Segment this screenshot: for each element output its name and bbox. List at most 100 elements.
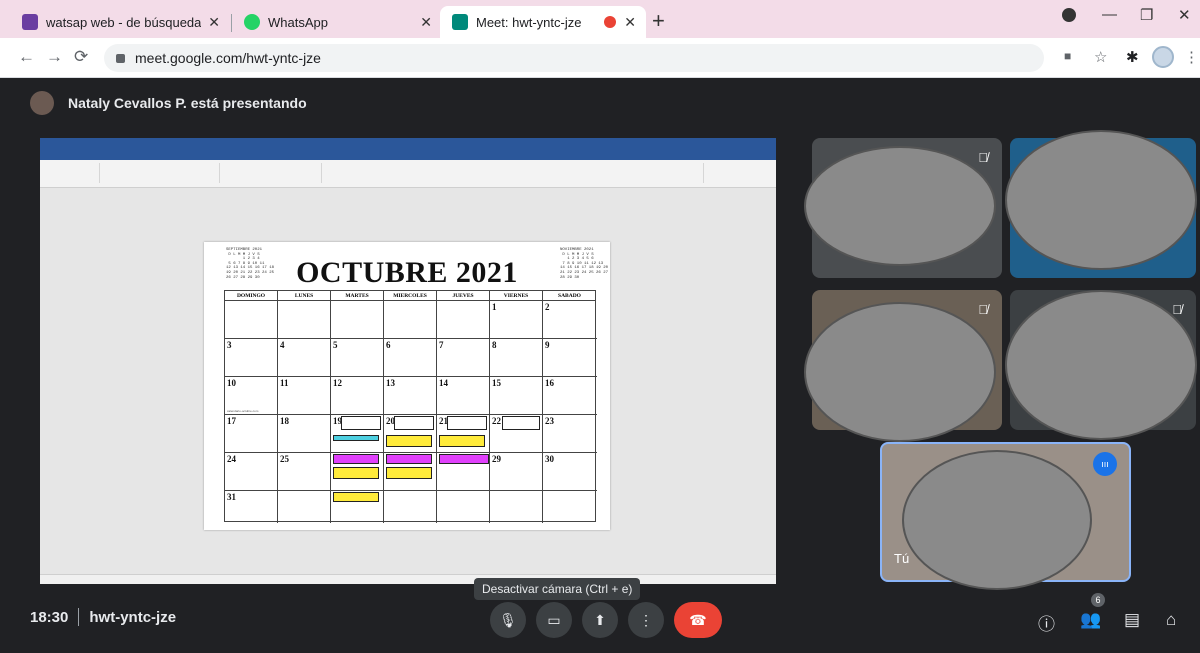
day-cell: 18 xyxy=(278,415,331,453)
tab-title: Meet: hwt-yntc-jze xyxy=(476,14,582,30)
event-note xyxy=(333,435,379,441)
address-bar[interactable]: meet.google.com/hwt-yntc-jze xyxy=(104,44,1044,72)
tab-title: WhatsApp xyxy=(268,14,328,30)
browser-tab-bar: watsap web - de búsqueda ✕ WhatsApp ✕ Me… xyxy=(0,0,1200,38)
media-control-icon[interactable] xyxy=(1062,8,1076,22)
day-cell: 19 xyxy=(331,415,384,453)
day-cell: 14 xyxy=(437,377,490,415)
close-tab-icon[interactable]: ✕ xyxy=(420,14,432,31)
chat-icon[interactable]: ▤ xyxy=(1124,610,1140,630)
redaction-blob xyxy=(804,146,996,266)
redaction-blob xyxy=(1005,130,1197,270)
activities-icon[interactable]: ⌂ xyxy=(1166,610,1176,630)
meeting-code: hwt-yntc-jze xyxy=(89,608,177,626)
day-number: 23 xyxy=(545,416,554,426)
day-cell: 30 xyxy=(543,453,597,491)
menu-dots-icon[interactable]: ⋮ xyxy=(1184,48,1199,66)
day-cell xyxy=(331,301,384,339)
tab-whatsapp[interactable]: WhatsApp ✕ xyxy=(232,6,442,38)
weekday-header: MARTES xyxy=(331,291,384,301)
day-number: 13 xyxy=(386,378,395,388)
meeting-info: 18:30 hwt-yntc-jze xyxy=(30,608,176,626)
event-note xyxy=(439,454,489,464)
event-note xyxy=(439,435,485,447)
day-number: 12 xyxy=(333,378,342,388)
day-cell: 11 xyxy=(278,377,331,415)
event-note xyxy=(333,454,379,464)
day-number: 11 xyxy=(280,378,289,388)
recording-icon xyxy=(604,16,616,28)
forward-icon[interactable]: → xyxy=(46,47,63,67)
bookmark-star-icon[interactable]: ☆ xyxy=(1094,48,1107,66)
google-meet-icon xyxy=(452,14,468,30)
back-icon[interactable]: ← xyxy=(18,47,35,67)
lock-icon xyxy=(116,53,125,63)
day-cell xyxy=(278,301,331,339)
day-number: 3 xyxy=(227,340,232,350)
day-number: 9 xyxy=(545,340,550,350)
tab-title: watsap web - de búsqueda xyxy=(46,14,202,30)
day-number: 18 xyxy=(280,416,289,426)
end-call-button[interactable]: ☎ xyxy=(674,602,722,638)
weekday-header: SABADO xyxy=(543,291,596,301)
day-cell: 12 xyxy=(331,377,384,415)
day-cell: 6 xyxy=(384,339,437,377)
day-cell xyxy=(331,491,384,523)
day-cell: 25 xyxy=(278,453,331,491)
close-tab-icon[interactable]: ✕ xyxy=(624,14,636,31)
browser-toolbar: ← → ⟳ meet.google.com/hwt-yntc-jze ■ ☆ ✱… xyxy=(0,38,1200,78)
day-number: 16 xyxy=(545,378,554,388)
day-cell xyxy=(543,491,597,523)
event-note xyxy=(333,492,379,502)
day-number: 25 xyxy=(280,454,289,464)
day-cell: 16 xyxy=(543,377,597,415)
watermark-text: calendario-octubre.com xyxy=(227,409,259,413)
presenting-text: Nataly Cevallos P. está presentando xyxy=(68,95,307,111)
weekday-header: MIERCOLES xyxy=(384,291,437,301)
mic-off-icon: 🎙̸ xyxy=(978,150,988,165)
day-number: 31 xyxy=(227,492,236,502)
day-cell xyxy=(437,491,490,523)
shared-screen[interactable]: SEPTIEMBRE 2021 D L M M J V S 1 2 3 4 5 … xyxy=(40,138,776,584)
redaction-blob xyxy=(1005,290,1197,440)
day-number: 10 xyxy=(227,378,236,388)
day-number: 15 xyxy=(492,378,501,388)
calendar-grid: DOMINGO LUNES MARTES MIERCOLES JUEVES VI… xyxy=(224,290,597,523)
event-note xyxy=(386,454,432,464)
day-cell: 29 xyxy=(490,453,543,491)
tab-meet[interactable]: Meet: hwt-yntc-jze ✕ xyxy=(440,6,646,38)
day-cell: 20 xyxy=(384,415,437,453)
restore-icon[interactable]: ❐ xyxy=(1140,6,1153,24)
camera-indicator-icon[interactable]: ■ xyxy=(1064,49,1071,63)
new-tab-button[interactable]: + xyxy=(652,8,665,34)
whatsapp-icon xyxy=(244,14,260,30)
reload-icon[interactable]: ⟳ xyxy=(74,47,88,67)
yahoo-icon xyxy=(22,14,38,30)
presenter-banner: Nataly Cevallos P. está presentando xyxy=(30,90,307,116)
present-screen-button[interactable]: ⬆ xyxy=(582,602,618,638)
day-cell: 8 xyxy=(490,339,543,377)
day-cell xyxy=(278,491,331,523)
day-number: 4 xyxy=(280,340,285,350)
camera-button[interactable]: ▭ xyxy=(536,602,572,638)
participant-count-badge: 6 xyxy=(1091,593,1105,607)
tab-watsap-web[interactable]: watsap web - de búsqueda ✕ xyxy=(10,6,230,38)
divider xyxy=(78,608,80,626)
close-tab-icon[interactable]: ✕ xyxy=(208,14,220,31)
participants-icon[interactable]: 👥 xyxy=(1080,610,1101,630)
day-cell xyxy=(384,491,437,523)
word-title-bar xyxy=(40,138,776,150)
day-number: 14 xyxy=(439,378,448,388)
microphone-button[interactable]: 🎙 xyxy=(490,602,526,638)
more-options-button[interactable]: ⋮ xyxy=(628,602,664,638)
weekday-header: LUNES xyxy=(278,291,331,301)
speaking-indicator-icon: ııı xyxy=(1093,452,1117,476)
ribbon-clipboard-group xyxy=(44,163,100,183)
profile-avatar[interactable] xyxy=(1152,46,1174,68)
info-icon[interactable]: ⓘ xyxy=(1038,610,1055,635)
extensions-icon[interactable]: ✱ xyxy=(1126,48,1139,66)
day-number: 1 xyxy=(492,302,497,312)
minimize-icon[interactable]: — xyxy=(1102,6,1117,23)
close-window-icon[interactable]: ✕ xyxy=(1178,6,1191,24)
self-label: Tú xyxy=(894,551,910,566)
